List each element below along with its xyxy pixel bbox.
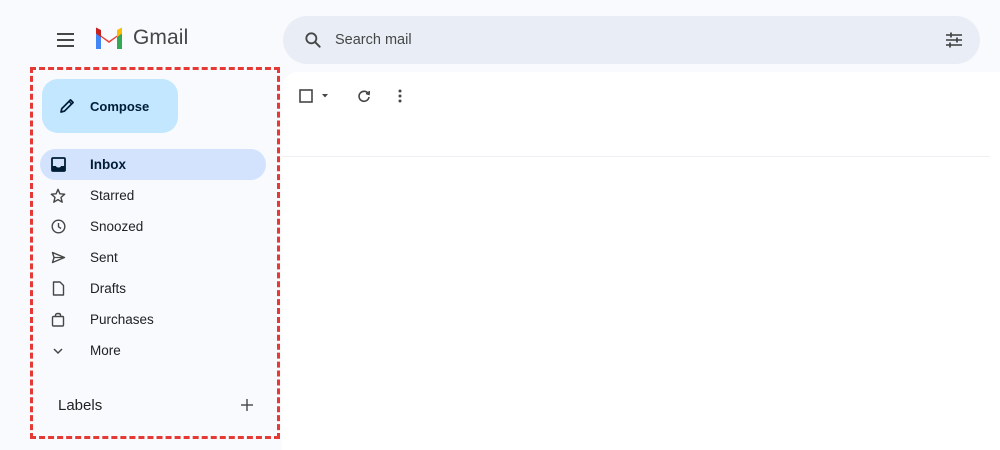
plus-icon	[241, 399, 253, 411]
search-input[interactable]	[335, 16, 895, 64]
sidebar-item-label: Snoozed	[90, 219, 144, 234]
tune-icon	[946, 32, 962, 48]
more-actions-button[interactable]	[390, 84, 410, 108]
labels-title: Labels	[58, 396, 103, 414]
sidebar-item-label: Drafts	[90, 281, 127, 296]
sidebar-item-starred[interactable]: Starred	[40, 180, 266, 211]
gmail-m-icon	[96, 27, 122, 49]
labels-section-header: Labels	[58, 393, 258, 417]
refresh-button[interactable]	[354, 84, 374, 108]
select-dropdown-button[interactable]	[318, 84, 332, 108]
sidebar-nav: Inbox Starred Snoozed Sent Drafts Purcha…	[40, 149, 266, 366]
compose-label: Compose	[90, 98, 150, 114]
mail-toolbar	[298, 84, 410, 108]
checkbox-icon	[299, 89, 313, 103]
create-label-button[interactable]	[236, 394, 258, 416]
more-vert-icon	[398, 89, 402, 103]
send-icon	[49, 249, 67, 267]
sidebar-item-more[interactable]: More	[40, 335, 266, 366]
sidebar-item-label: Sent	[90, 250, 118, 265]
sidebar-item-sent[interactable]: Sent	[40, 242, 266, 273]
caret-down-icon	[322, 94, 328, 98]
compose-button[interactable]: Compose	[42, 79, 178, 133]
sidebar-item-label: Purchases	[90, 312, 154, 327]
search-bar[interactable]	[283, 16, 980, 64]
inbox-icon	[49, 156, 67, 174]
search-icon[interactable]	[303, 30, 323, 50]
sidebar-item-label: Inbox	[90, 157, 126, 172]
gmail-logo[interactable]: Gmail	[94, 26, 188, 50]
sidebar-item-purchases[interactable]: Purchases	[40, 304, 266, 335]
main-content	[282, 72, 1000, 450]
hamburger-icon	[57, 33, 74, 47]
select-all-checkbox[interactable]	[298, 84, 314, 108]
sidebar-item-label: Starred	[90, 188, 135, 203]
toolbar-divider	[282, 156, 990, 157]
refresh-icon	[358, 90, 371, 103]
pencil-icon	[60, 99, 74, 113]
main-menu-button[interactable]	[46, 20, 86, 60]
draft-icon	[49, 280, 67, 298]
app-name: Gmail	[133, 26, 189, 49]
sidebar-item-inbox[interactable]: Inbox	[40, 149, 266, 180]
star-icon	[49, 187, 67, 205]
shopping-bag-icon	[49, 311, 67, 329]
chevron-down-icon	[49, 342, 67, 360]
sidebar-item-snoozed[interactable]: Snoozed	[40, 211, 266, 242]
sidebar-item-drafts[interactable]: Drafts	[40, 273, 266, 304]
search-options-button[interactable]	[942, 28, 966, 52]
sidebar-item-label: More	[90, 343, 121, 358]
clock-icon	[49, 218, 67, 236]
